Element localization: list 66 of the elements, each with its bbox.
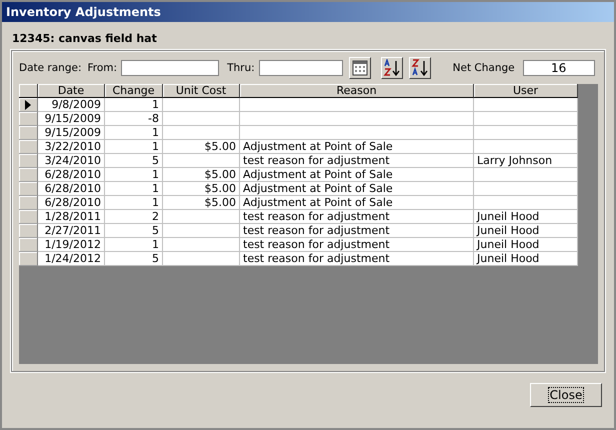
from-label: From: [88, 62, 118, 74]
sort-descending-icon [410, 59, 429, 77]
item-heading: 12345: canvas field hat [11, 31, 158, 44]
current-row-icon [25, 100, 31, 110]
table-cell: 9/8/2009 [38, 98, 105, 112]
table-cell: 1 [105, 182, 163, 196]
table-cell: 5 [105, 154, 163, 168]
table-cell: Juneil Hood [474, 210, 578, 224]
sort-descending-button[interactable] [408, 57, 431, 79]
table-cell: test reason for adjustment [240, 252, 474, 266]
net-change-label: Net Change [452, 62, 515, 74]
table-cell: 1/28/2011 [38, 210, 105, 224]
net-change-field: 16 [522, 60, 595, 76]
table-cell: $5.00 [163, 182, 240, 196]
table-cell: Larry Johnson [474, 154, 578, 168]
table-cell: 1 [105, 168, 163, 182]
table-cell: 1 [105, 98, 163, 112]
column-header[interactable]: Unit Cost [163, 84, 240, 98]
thru-date-field[interactable] [258, 60, 343, 76]
table-cell: 5 [105, 252, 163, 266]
table-cell: 9/15/2009 [38, 126, 105, 140]
table-cell: Adjustment at Point of Sale [240, 140, 474, 154]
window-title: Inventory Adjustments [6, 5, 161, 19]
table-cell: 2/27/2011 [38, 224, 105, 238]
thru-label: Thru: [227, 62, 255, 74]
close-button[interactable]: Close [530, 383, 602, 407]
table-cell: 1/19/2012 [38, 238, 105, 252]
calendar-button[interactable] [348, 57, 371, 79]
table-cell: 1 [105, 196, 163, 210]
table-cell: Adjustment at Point of Sale [240, 196, 474, 210]
table-cell: 3/24/2010 [38, 154, 105, 168]
column-header[interactable]: Change [105, 84, 163, 98]
table-cell: 6/28/2010 [38, 168, 105, 182]
table-cell: $5.00 [163, 168, 240, 182]
table-cell: Juneil Hood [474, 252, 578, 266]
table-cell: 6/28/2010 [38, 196, 105, 210]
column-header[interactable]: Date [38, 84, 105, 98]
table-cell: 1 [105, 140, 163, 154]
table-cell: 1 [105, 126, 163, 140]
table-cell: test reason for adjustment [240, 210, 474, 224]
table-cell: test reason for adjustment [240, 154, 474, 168]
date-range-label: Date range: [19, 62, 82, 74]
table-cell: Adjustment at Point of Sale [240, 182, 474, 196]
table-cell: 2 [105, 210, 163, 224]
table-cell: test reason for adjustment [240, 238, 474, 252]
sort-ascending-icon [382, 59, 401, 77]
table-cell: $5.00 [163, 196, 240, 210]
row-selector[interactable] [19, 98, 38, 112]
table-cell: $5.00 [163, 140, 240, 154]
calendar-icon [352, 60, 368, 76]
table-cell: 1 [105, 238, 163, 252]
table-cell: -8 [105, 112, 163, 126]
column-header[interactable]: User [474, 84, 578, 98]
table-cell: 5 [105, 224, 163, 238]
from-date-field[interactable] [121, 60, 220, 76]
sort-ascending-button[interactable] [380, 57, 403, 79]
table-cell: 9/15/2009 [38, 112, 105, 126]
column-header[interactable]: Reason [240, 84, 474, 98]
table-cell: 1/24/2012 [38, 252, 105, 266]
table-cell: 3/22/2010 [38, 140, 105, 154]
table-cell: Adjustment at Point of Sale [240, 168, 474, 182]
table-cell: 6/28/2010 [38, 182, 105, 196]
header-corner [19, 84, 38, 98]
table-cell: Juneil Hood [474, 224, 578, 238]
table-cell: Juneil Hood [474, 238, 578, 252]
table-cell: test reason for adjustment [240, 224, 474, 238]
